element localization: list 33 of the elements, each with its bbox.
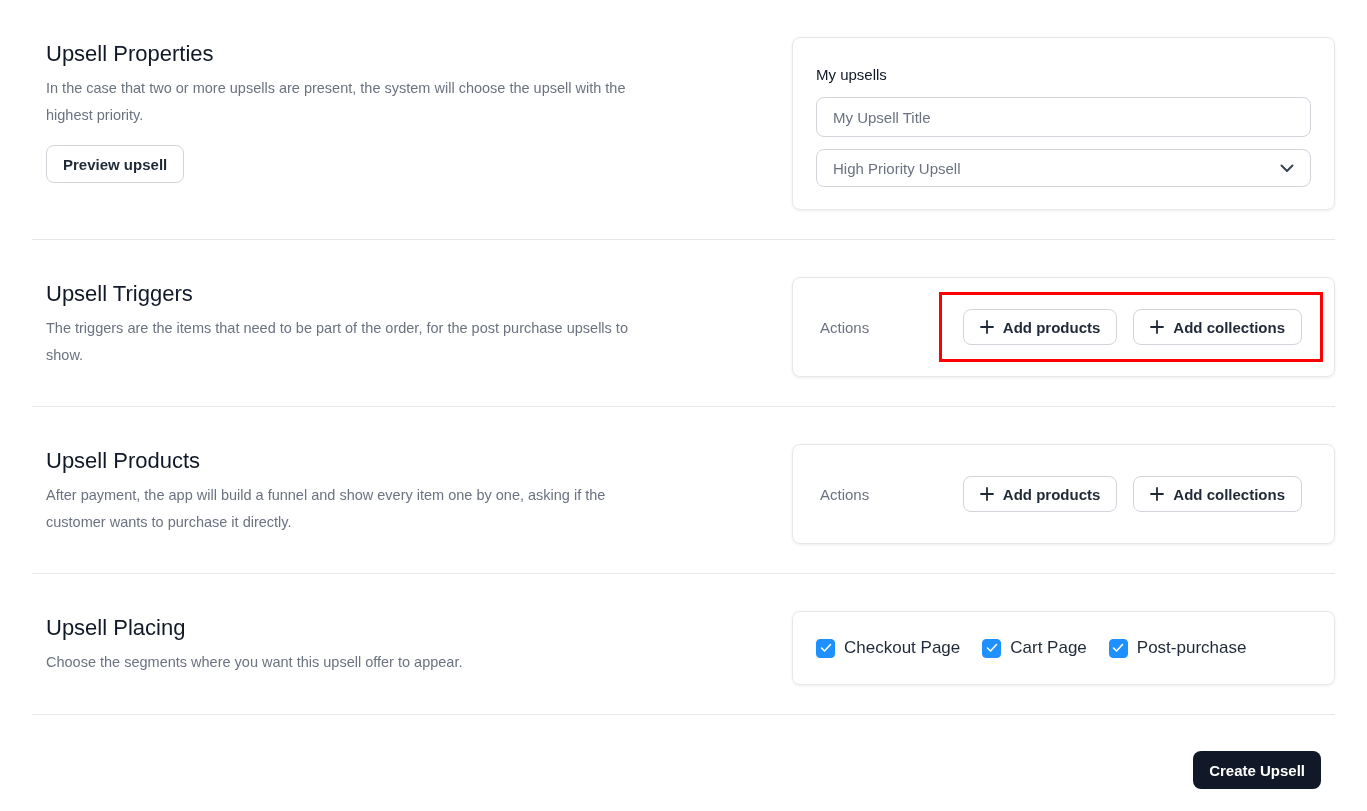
- create-upsell-button[interactable]: Create Upsell: [1193, 751, 1321, 789]
- section-description: The triggers are the items that need to be part of the order, for the post purchase upsells to show.: [46, 319, 629, 365]
- add-products-button[interactable]: Add products: [962, 309, 1118, 345]
- checkbox-option[interactable]: Post-purchase: [1108, 638, 1247, 658]
- section-title: Upsell Triggers: [46, 281, 194, 307]
- checkmark-icon: [985, 643, 998, 653]
- actions-label: Actions: [819, 318, 870, 336]
- checkbox-option[interactable]: Checkout Page: [816, 638, 961, 658]
- add-collections-button[interactable]: Add collections: [1133, 476, 1302, 512]
- chevron-down-icon: [1280, 163, 1294, 173]
- add-collections-button[interactable]: Add collections: [1133, 309, 1302, 345]
- checkmark-icon: [1112, 643, 1125, 653]
- plus-icon: [979, 487, 994, 501]
- plus-icon: [979, 320, 994, 334]
- priority-dropdown[interactable]: High Priority Upsell: [816, 149, 1311, 187]
- section-title: Upsell Properties: [46, 41, 215, 67]
- preview-button[interactable]: Preview upsell: [46, 145, 185, 183]
- section-title: Upsell Placing: [46, 615, 187, 641]
- actions-label: Actions: [819, 485, 870, 503]
- add-products-button[interactable]: Add products: [962, 476, 1118, 512]
- checkbox-option[interactable]: Cart Page: [982, 638, 1087, 658]
- title-input-field[interactable]: My Upsell Title: [816, 97, 1311, 137]
- section-title: Upsell Products: [46, 448, 202, 474]
- checkmark-icon: [819, 643, 832, 653]
- checkbox[interactable]: [982, 638, 1002, 658]
- checkbox[interactable]: [816, 638, 835, 658]
- plus-icon: [1150, 487, 1165, 501]
- section-description: In the case that two or more upsells are present, the system will choose the upsell with the highest priority.: [46, 79, 627, 125]
- field-label: My upsells: [816, 66, 888, 83]
- section-description: After payment, the app will build a funnel and show every item one by one, asking if the customer wants to purchase it directly.: [46, 486, 607, 532]
- checkbox[interactable]: [1108, 638, 1128, 658]
- section-description: Choose the segments where you want this upsell offer to appear.: [46, 653, 464, 672]
- plus-icon: [1150, 320, 1165, 334]
